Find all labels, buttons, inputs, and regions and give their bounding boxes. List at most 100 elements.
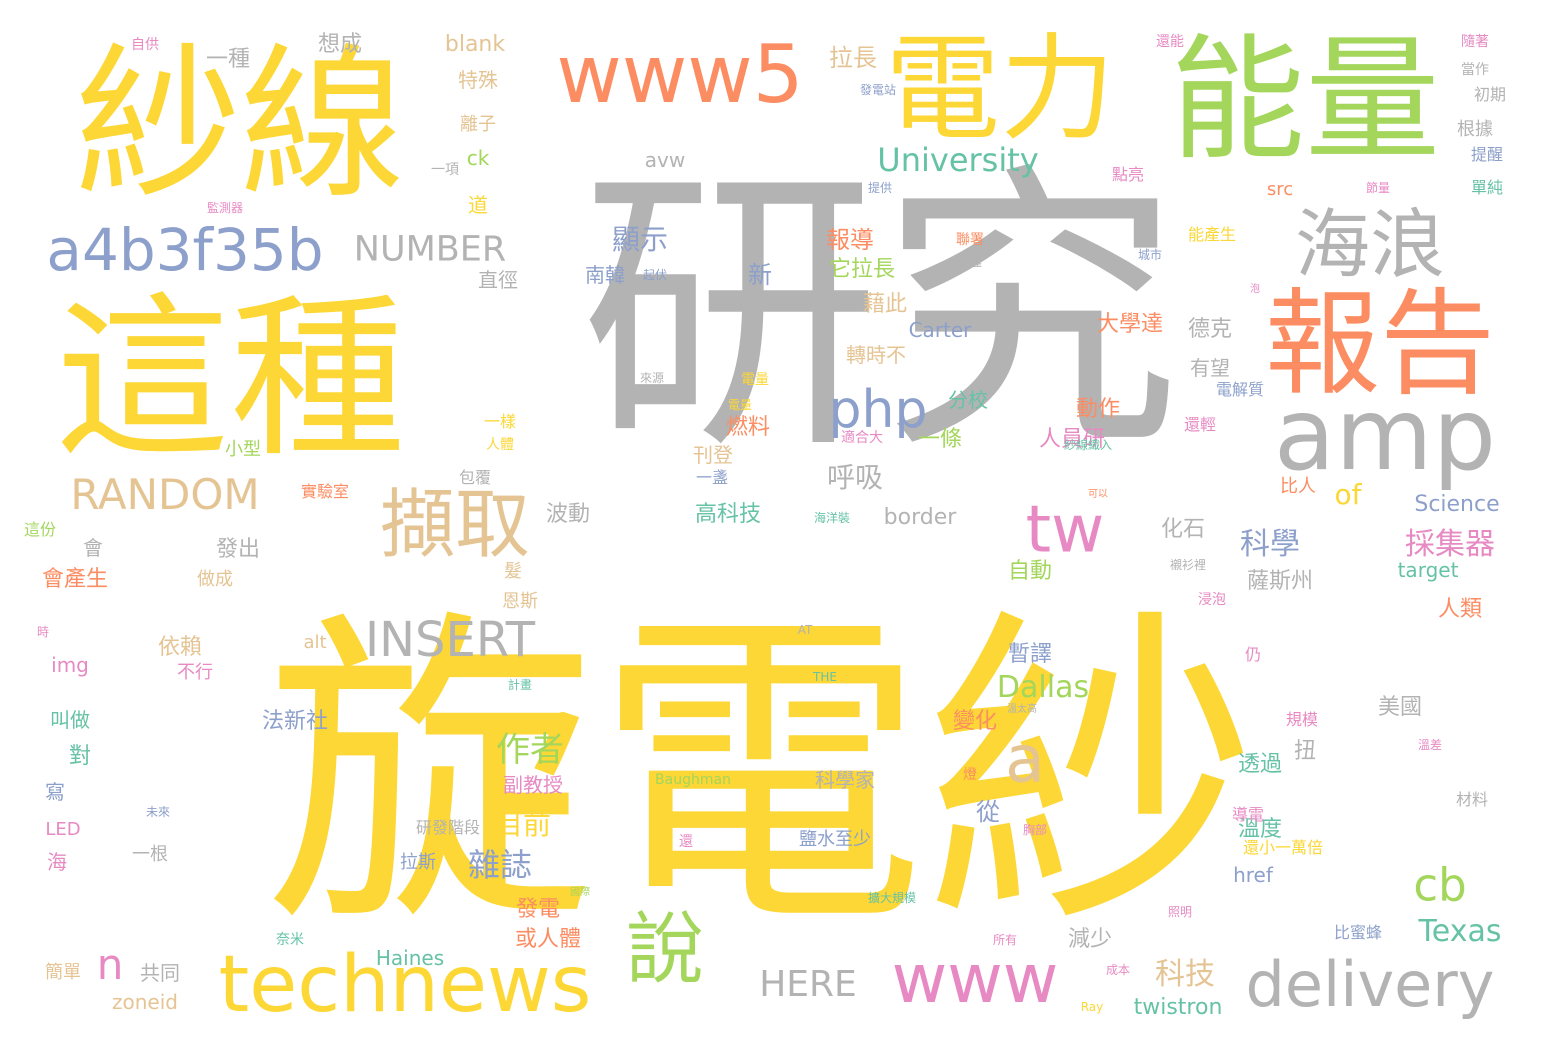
word: 特殊 (458, 68, 498, 92)
word: 擴大規模 (867, 891, 917, 905)
word: of (1334, 478, 1362, 511)
word: 燃料 (725, 415, 771, 440)
word: 奈米 (276, 932, 304, 948)
word: 城市 (1137, 248, 1163, 262)
word: 發出 (215, 537, 261, 562)
word: 發電 (515, 897, 561, 922)
word: 人體 (486, 437, 514, 453)
word: ck (466, 146, 490, 170)
word: 來源 (639, 371, 665, 385)
word: 隨著 (1461, 34, 1489, 50)
word: 導電 (1231, 805, 1265, 824)
word: avw (644, 148, 686, 172)
word: 還能 (1156, 34, 1184, 50)
word: 胸部 (1022, 823, 1048, 837)
word: University (877, 141, 1039, 179)
word: 寫 (45, 780, 65, 804)
word: 一項 (431, 162, 459, 178)
word: HERE (759, 964, 857, 1005)
word: 暫譯 (1007, 642, 1053, 667)
word: 報導 (826, 226, 874, 254)
word: 大學達 (1096, 312, 1164, 337)
word: Dallas (996, 670, 1090, 705)
word: 海 (47, 850, 67, 874)
word: 扭 (1293, 739, 1317, 764)
word: 法新社 (261, 709, 329, 734)
word: 採集器 (1405, 527, 1495, 562)
word: 適合大 (841, 430, 883, 446)
word: 擷取 (379, 480, 531, 569)
word: 單純 (1470, 178, 1504, 197)
word: 鹽水至少 (799, 829, 871, 850)
word: 顯示 (611, 223, 669, 256)
word: 科技 (1155, 957, 1215, 992)
word: 波動 (545, 502, 591, 527)
word: border (883, 505, 957, 530)
word: 從 (976, 798, 1000, 826)
word: RANDOM (70, 470, 260, 519)
word: 會產生 (41, 567, 109, 592)
word: 燈 (963, 767, 977, 783)
word: 時 (36, 625, 50, 639)
word: href (1233, 863, 1273, 887)
word: 它拉長 (828, 257, 896, 282)
word: 一條 (917, 427, 963, 452)
word: Baughman (655, 772, 731, 788)
word: 變化 (952, 709, 998, 734)
word: 副教授 (503, 773, 563, 797)
word: 紗線織入 (1063, 438, 1113, 452)
word: www (891, 940, 1059, 1019)
word: 一根 (132, 844, 168, 865)
word: 照明 (1167, 905, 1193, 919)
word: a4b3f35b (46, 216, 324, 284)
word: 一樣 (483, 412, 517, 431)
word: 還輕 (1183, 415, 1217, 434)
word: 這份 (23, 520, 57, 539)
word: Ray (1080, 1000, 1104, 1014)
word: 成本 (1105, 963, 1131, 977)
word: 一種 (205, 47, 251, 72)
word: AT (797, 623, 813, 637)
word: 能量 (1170, 21, 1440, 179)
word: 人類 (1437, 597, 1483, 622)
word: 國際 (570, 887, 590, 898)
word: cb (1413, 858, 1467, 912)
word: 分校 (948, 388, 988, 412)
word: 不僅 (957, 255, 983, 269)
word: blank (444, 32, 506, 57)
word: 溫太高 (1007, 704, 1037, 715)
word: 溫差 (1417, 738, 1443, 752)
word: 目前 (494, 808, 552, 841)
word: alt (303, 632, 327, 653)
word: 叫做 (50, 708, 90, 732)
word: 發電站 (859, 83, 897, 97)
word: 呼吸 (826, 461, 884, 494)
word: 減少 (1067, 927, 1113, 952)
word: 直徑 (478, 268, 518, 292)
word: 會 (83, 536, 103, 560)
word: 作者 (496, 730, 564, 770)
word: 對 (68, 744, 92, 769)
word: 薩斯州 (1246, 569, 1314, 594)
word: 刊登 (693, 443, 733, 467)
word: 起伏 (642, 268, 668, 282)
word: 提供 (867, 181, 893, 195)
word: NUMBER (353, 229, 507, 270)
word: 泡 (1250, 284, 1260, 295)
word: 轉時不 (846, 343, 906, 367)
word: 還小一萬倍 (1242, 838, 1324, 857)
word: 一盞 (695, 468, 729, 487)
word: 道 (468, 193, 488, 217)
word: 襯衫裡 (1169, 558, 1207, 572)
word: target (1397, 558, 1459, 582)
word-cloud: 研究 旋電紗 紗線 這種 能量 電力 www5 報告 海浪 amp a4b3f3… (0, 0, 1548, 1052)
word: 聯署 (956, 232, 984, 248)
word: 電解質 (1215, 380, 1265, 399)
word: 根據 (1457, 119, 1493, 140)
word: 藉此 (862, 292, 908, 317)
word: 離子 (460, 114, 496, 135)
word: zoneid (112, 990, 178, 1014)
word: 簡單 (45, 962, 81, 983)
word: 高科技 (694, 502, 762, 527)
word: 仍 (1244, 645, 1262, 664)
